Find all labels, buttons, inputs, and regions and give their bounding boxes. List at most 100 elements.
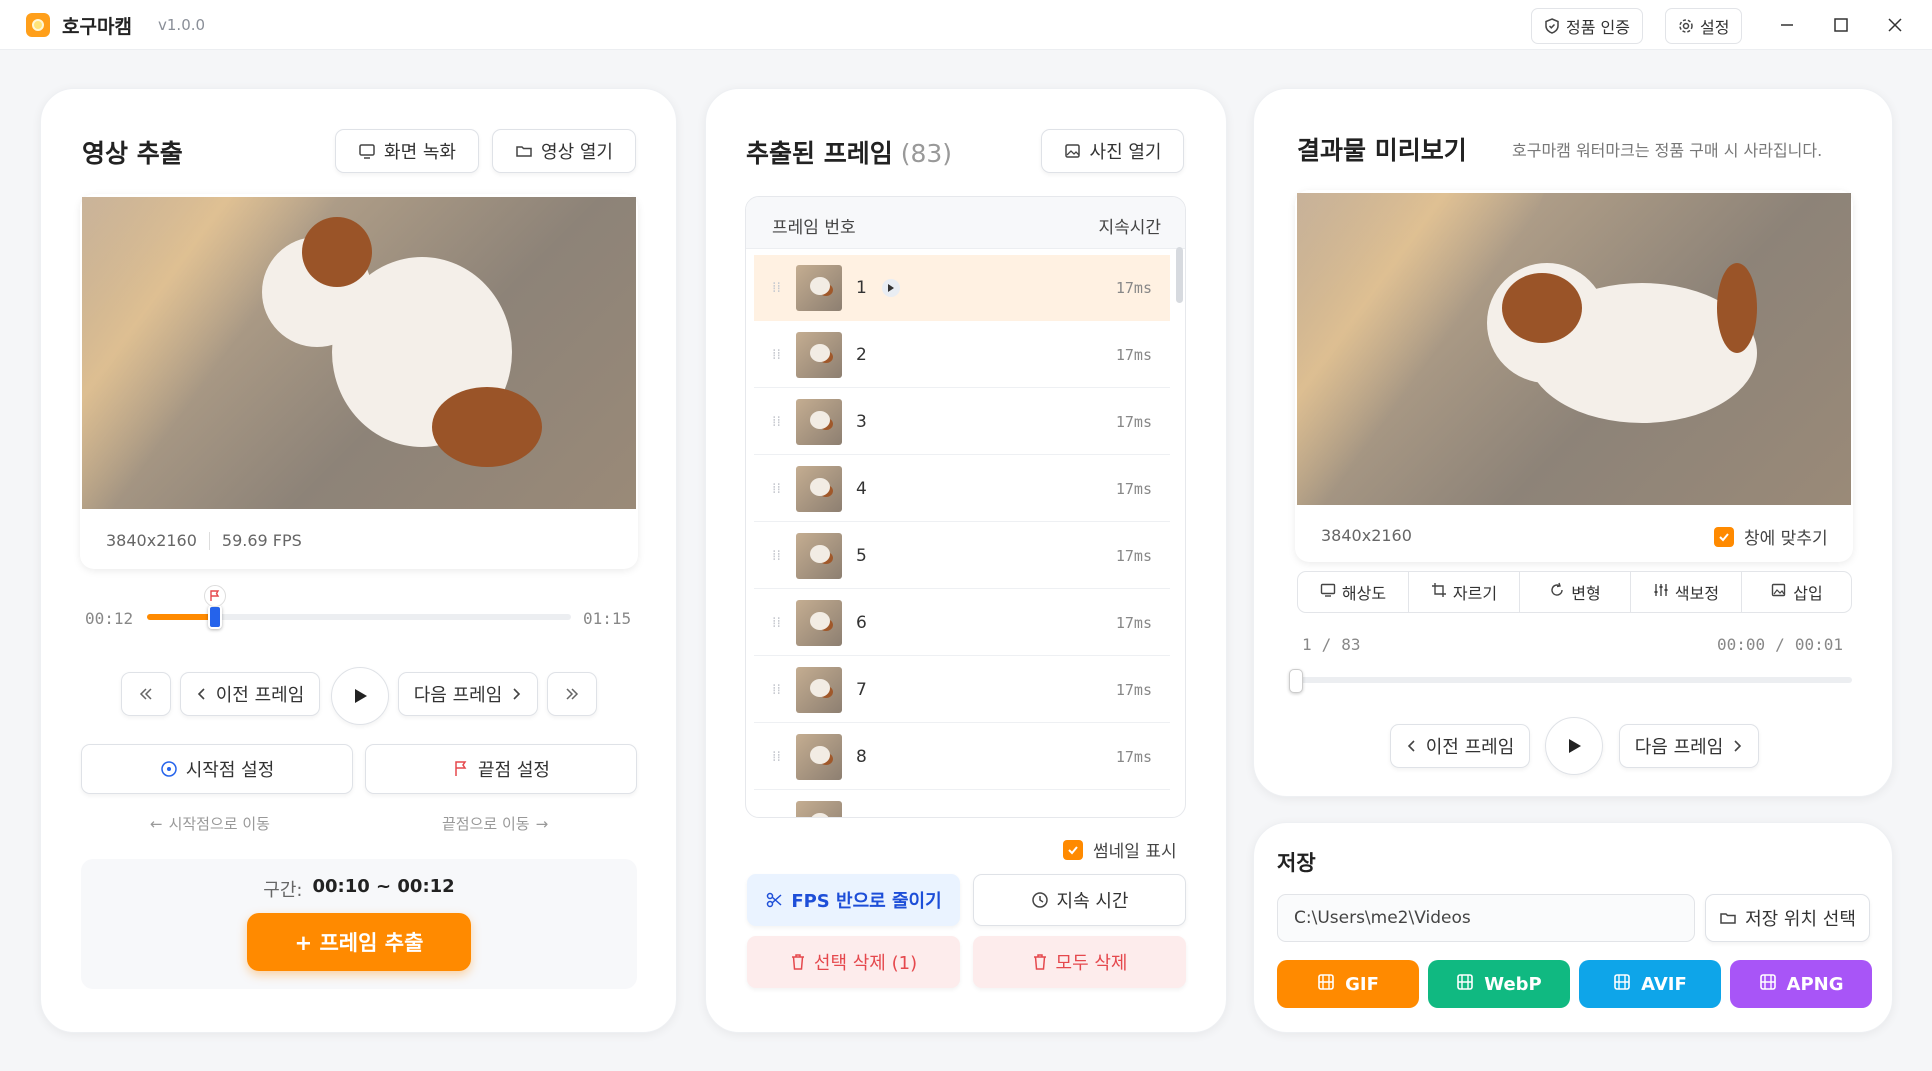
export-webp-button[interactable]: WebP xyxy=(1428,960,1570,1008)
preview-timeline-track[interactable] xyxy=(1297,677,1852,683)
frame-row-partial[interactable]: ⁞⁞ xyxy=(754,791,1170,817)
goto-start-link[interactable]: ← 시작점으로 이동 xyxy=(150,813,270,834)
chevron-left-icon xyxy=(1406,739,1418,753)
insert-tool[interactable]: 삽입 xyxy=(1742,571,1852,613)
video-fps: 59.69 FPS xyxy=(221,531,302,550)
goto-start-label: 시작점으로 이동 xyxy=(168,815,270,833)
double-chevron-left-icon xyxy=(138,686,154,702)
set-end-button[interactable]: 끝점 설정 xyxy=(365,744,637,794)
halve-fps-button[interactable]: FPS 반으로 줄이기 xyxy=(747,874,960,926)
settings-button[interactable]: 설정 xyxy=(1665,8,1743,44)
fit-to-window-toggle[interactable]: 창에 맞추기 xyxy=(1714,524,1828,549)
frame-number: 2 xyxy=(856,344,867,365)
playing-indicator-icon xyxy=(882,278,900,297)
drag-handle-icon[interactable]: ⁞⁞ xyxy=(772,750,786,764)
drag-handle-icon[interactable]: ⁞⁞ xyxy=(772,549,786,563)
open-photo-button[interactable]: 사진 열기 xyxy=(1041,129,1184,173)
delete-selected-button[interactable]: 선택 삭제 (1) xyxy=(747,936,960,988)
prev-frame-button[interactable]: 이전 프레임 xyxy=(180,672,320,716)
end-marker-flag-icon[interactable] xyxy=(203,585,226,607)
export-apng-button[interactable]: APNG xyxy=(1730,960,1872,1008)
frame-row[interactable]: ⁞⁞ 1 17ms xyxy=(754,255,1170,321)
frame-number: 5 xyxy=(856,545,867,566)
minimize-button[interactable] xyxy=(1774,12,1800,38)
maximize-button[interactable] xyxy=(1828,12,1854,38)
extract-frames-button[interactable]: + 프레임 추출 xyxy=(247,913,471,971)
transform-tool-label: 변형 xyxy=(1571,584,1601,603)
frame-duration[interactable]: 17ms xyxy=(1116,413,1152,431)
frame-list-scrollbar[interactable] xyxy=(1176,247,1183,303)
open-video-label: 영상 열기 xyxy=(541,142,613,163)
preview-timeline-handle[interactable] xyxy=(1289,669,1303,693)
play-button[interactable] xyxy=(331,667,389,725)
frame-row[interactable]: ⁞⁞ 2 17ms xyxy=(754,322,1170,388)
export-webp-label: WebP xyxy=(1484,973,1542,995)
drag-handle-icon[interactable]: ⁞⁞ xyxy=(772,683,786,697)
preview-prev-frame-label: 이전 프레임 xyxy=(1425,737,1515,758)
resolution-tool[interactable]: 해상도 xyxy=(1298,571,1409,613)
flag-icon xyxy=(452,760,470,778)
maximize-icon xyxy=(1834,18,1848,32)
double-chevron-right-icon xyxy=(564,686,580,702)
chevron-left-icon xyxy=(196,687,208,701)
frame-row[interactable]: ⁞⁞ 5 17ms xyxy=(754,523,1170,589)
last-frame-button[interactable] xyxy=(547,672,597,716)
frame-duration[interactable]: 17ms xyxy=(1116,346,1152,364)
frame-row[interactable]: ⁞⁞ 4 17ms xyxy=(754,456,1170,522)
export-gif-button[interactable]: GIF xyxy=(1277,960,1419,1008)
delete-all-button[interactable]: 모두 삭제 xyxy=(973,936,1186,988)
license-button-label: 정품 인증 xyxy=(1566,18,1630,37)
choose-save-location-button[interactable]: 저장 위치 선택 xyxy=(1705,894,1870,942)
frame-duration[interactable]: 17ms xyxy=(1116,480,1152,498)
close-button[interactable] xyxy=(1882,12,1908,38)
goto-end-link[interactable]: 끝점으로 이동 → xyxy=(442,813,548,834)
set-start-button[interactable]: 시작점 설정 xyxy=(81,744,353,794)
drag-handle-icon[interactable]: ⁞⁞ xyxy=(772,616,786,630)
license-button[interactable]: 정품 인증 xyxy=(1531,8,1643,44)
frame-duration[interactable]: 17ms xyxy=(1116,614,1152,632)
preview-next-frame-label: 다음 프레임 xyxy=(1634,737,1724,758)
export-avif-button[interactable]: AVIF xyxy=(1579,960,1721,1008)
preview-next-frame-button[interactable]: 다음 프레임 xyxy=(1619,724,1759,768)
color-correction-tool[interactable]: 색보정 xyxy=(1631,571,1742,613)
fit-to-window-label: 창에 맞추기 xyxy=(1744,529,1828,549)
transform-tool[interactable]: 변형 xyxy=(1520,571,1631,613)
duration-button[interactable]: 지속 시간 xyxy=(973,874,1186,926)
frame-row[interactable]: ⁞⁞ 7 17ms xyxy=(754,657,1170,723)
chevron-right-icon xyxy=(1731,739,1743,753)
timeline-handle[interactable] xyxy=(207,605,222,629)
crop-tool[interactable]: 자르기 xyxy=(1409,571,1520,613)
film-icon xyxy=(1759,973,1777,996)
preview-time-counter: 00:00 / 00:01 xyxy=(1717,635,1843,654)
frame-duration[interactable]: 17ms xyxy=(1116,547,1152,565)
frame-duration[interactable]: 17ms xyxy=(1116,681,1152,699)
drag-handle-icon[interactable]: ⁞⁞ xyxy=(772,281,786,295)
frame-row[interactable]: ⁞⁞ 6 17ms xyxy=(754,590,1170,656)
thumbnail-toggle[interactable]: 썸네일 표시 xyxy=(1063,837,1177,862)
open-video-button[interactable]: 영상 열기 xyxy=(492,129,636,173)
frame-thumbnail xyxy=(796,666,842,713)
first-frame-button[interactable] xyxy=(121,672,171,716)
drag-handle-icon[interactable]: ⁞⁞ xyxy=(772,482,786,496)
frame-row[interactable]: ⁞⁞ 8 17ms xyxy=(754,724,1170,790)
frame-duration[interactable]: 17ms xyxy=(1116,279,1152,297)
checkbox-checked-icon[interactable] xyxy=(1063,839,1083,860)
drag-handle-icon[interactable]: ⁞⁞ xyxy=(772,348,786,362)
save-path-input[interactable]: C:\Users\me2\Videos xyxy=(1277,894,1695,942)
next-frame-button[interactable]: 다음 프레임 xyxy=(398,672,538,716)
frame-row[interactable]: ⁞⁞ 3 17ms xyxy=(754,389,1170,455)
duration-label: 지속 시간 xyxy=(1056,891,1129,912)
checkbox-checked-icon[interactable] xyxy=(1714,526,1734,547)
watermark-note: 호구마캠 워터마크는 정품 구매 시 사라집니다. xyxy=(1512,141,1823,160)
shield-icon xyxy=(1544,18,1560,34)
video-frame-image xyxy=(82,197,636,509)
screen-record-button[interactable]: 화면 녹화 xyxy=(335,129,479,173)
next-frame-label: 다음 프레임 xyxy=(413,685,503,706)
preview-prev-frame-button[interactable]: 이전 프레임 xyxy=(1390,724,1530,768)
drag-handle-icon[interactable]: ⁞⁞ xyxy=(772,415,786,429)
frame-duration[interactable]: 17ms xyxy=(1116,748,1152,766)
frames-title: 추출된 프레임 xyxy=(746,139,893,168)
preview-play-button[interactable] xyxy=(1545,717,1603,775)
title-bar: 호구마캠 v1.0.0 정품 인증 설정 xyxy=(0,0,1932,50)
clock-icon xyxy=(1031,891,1049,909)
